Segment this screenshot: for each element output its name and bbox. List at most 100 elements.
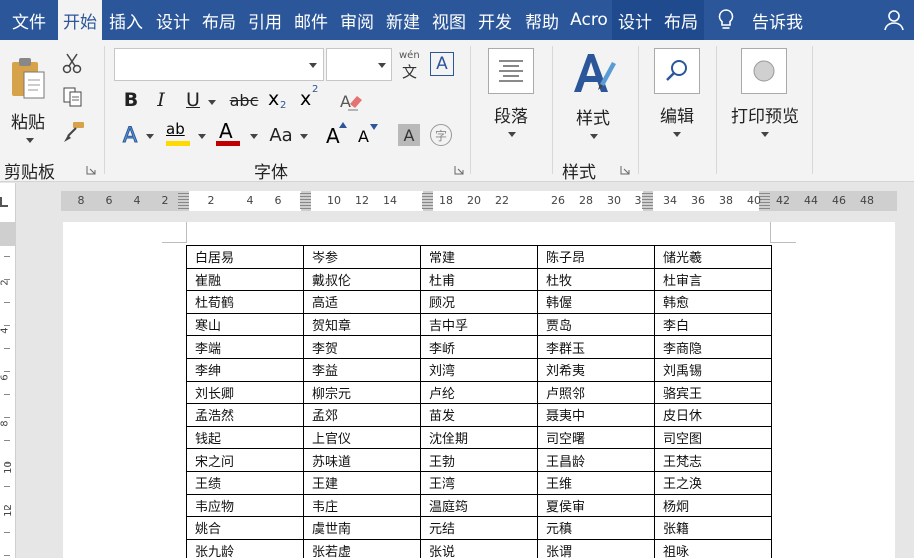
table-cell[interactable]: 皮日休 (654, 403, 772, 427)
tab-insert[interactable]: 插入 (102, 0, 150, 40)
grow-font-button[interactable]: A (324, 120, 348, 150)
tab-table-layout[interactable]: 布局 (658, 0, 704, 40)
table-cell[interactable]: 储光羲 (654, 245, 772, 269)
tab-developer[interactable]: 开发 (472, 0, 518, 40)
tab-layout[interactable]: 布局 (196, 0, 242, 40)
table-cell[interactable]: 刘长卿 (186, 380, 304, 405)
table-cell[interactable]: 崔融 (186, 267, 304, 292)
table-cell[interactable]: 杜甫 (420, 267, 538, 292)
font-name-combo[interactable] (114, 48, 324, 81)
paragraph-button[interactable]: 段落 (482, 46, 542, 148)
font-color-button[interactable]: A (214, 119, 242, 150)
table-cell[interactable]: 王梵志 (654, 448, 772, 472)
table-cell[interactable]: 刘希夷 (537, 357, 655, 382)
underline-button[interactable]: U (180, 86, 206, 114)
styles-button[interactable]: 样式 (562, 46, 624, 148)
bold-button[interactable]: B (118, 86, 144, 114)
horizontal-ruler[interactable]: 8 6 4 2 2 4 6 10 12 14 18 20 22 26 28 30 3 34 36 38 40 42 44 46… (61, 191, 897, 211)
tab-new[interactable]: 新建 (380, 0, 426, 40)
tab-references[interactable]: 引用 (242, 0, 288, 40)
table-cell[interactable]: 刘禹锡 (654, 357, 772, 382)
table-cell[interactable]: 姚合 (186, 516, 304, 540)
styles-launcher-icon[interactable] (620, 165, 630, 175)
table-cell[interactable]: 柳宗元 (303, 380, 421, 405)
table-cell[interactable]: 杨炯 (654, 493, 772, 518)
table-cell[interactable]: 常建 (420, 245, 538, 269)
character-shading-button[interactable]: A (398, 124, 420, 146)
table-cell[interactable]: 李贺 (303, 335, 421, 359)
phonetic-guide-button[interactable]: wén 文 (398, 50, 424, 81)
table-cell[interactable]: 王湾 (420, 470, 538, 495)
table-cell[interactable]: 王维 (537, 470, 655, 495)
font-color-dropdown-icon[interactable] (250, 134, 258, 139)
tab-selector-icon[interactable] (0, 197, 8, 207)
copy-icon[interactable] (62, 86, 84, 108)
table-cell[interactable]: 李端 (186, 335, 304, 359)
table-cell[interactable]: 张若虚 (303, 538, 421, 558)
table-cell[interactable]: 贺知章 (303, 312, 421, 337)
table-cell[interactable]: 张说 (420, 538, 538, 558)
shrink-font-button[interactable]: A (356, 120, 380, 150)
tab-table-design[interactable]: 设计 (612, 0, 658, 40)
table-cell[interactable]: 王建 (303, 470, 421, 495)
format-painter-icon[interactable] (62, 120, 86, 144)
table-cell[interactable]: 韦庄 (303, 493, 421, 518)
table-cell[interactable]: 温庭筠 (420, 493, 538, 518)
table-cell[interactable]: 孟浩然 (186, 403, 304, 427)
clipboard-launcher-icon[interactable] (86, 165, 96, 175)
table-cell[interactable]: 韦应物 (186, 493, 304, 518)
highlight-dropdown-icon[interactable] (198, 134, 206, 139)
editing-button[interactable]: 编辑 (648, 46, 706, 148)
table-cell[interactable]: 王绩 (186, 470, 304, 495)
table-cell[interactable]: 吉中孚 (420, 312, 538, 337)
tab-acrobat[interactable]: Acro (566, 0, 612, 40)
cut-icon[interactable] (62, 52, 84, 74)
table-cell[interactable]: 戴叔伦 (303, 267, 421, 292)
paste-button[interactable]: 粘贴 (2, 46, 54, 146)
table-cell[interactable]: 贾岛 (537, 312, 655, 337)
vertical-ruler[interactable]: 2 4 6 8 10 12 (0, 222, 16, 558)
table-cell[interactable]: 杜审言 (654, 267, 772, 292)
text-effects-dropdown-icon[interactable] (146, 134, 154, 139)
tab-help[interactable]: 帮助 (518, 0, 566, 40)
table-cell[interactable]: 钱起 (186, 425, 304, 450)
text-effects-button[interactable]: A (116, 120, 144, 150)
font-size-combo[interactable] (326, 48, 392, 81)
table-cell[interactable]: 苏味道 (303, 448, 421, 472)
table-cell[interactable]: 李益 (303, 357, 421, 382)
table-cell[interactable]: 卢照邻 (537, 380, 655, 405)
tab-file[interactable]: 文件 (0, 0, 58, 40)
italic-button[interactable]: I (148, 86, 174, 114)
enclose-characters-button[interactable]: 字 (430, 124, 452, 146)
table-cell[interactable]: 韩偓 (537, 290, 655, 314)
clear-formatting-icon[interactable]: A (338, 90, 364, 114)
user-icon[interactable] (874, 0, 914, 40)
table-cell[interactable]: 孟郊 (303, 403, 421, 427)
character-border-button[interactable]: A (430, 52, 454, 76)
table-cell[interactable]: 张谓 (537, 538, 655, 558)
underline-dropdown-icon[interactable] (208, 100, 216, 105)
table-cell[interactable]: 司空曙 (537, 425, 655, 450)
lightbulb-icon[interactable] (704, 0, 748, 40)
tab-mailings[interactable]: 邮件 (288, 0, 334, 40)
strikethrough-button[interactable]: abc (226, 86, 262, 114)
table-cell[interactable]: 骆宾王 (654, 380, 772, 405)
table-cell[interactable]: 岑参 (303, 245, 421, 269)
font-launcher-icon[interactable] (454, 165, 464, 175)
change-case-button[interactable]: Aa (266, 120, 296, 150)
tell-me-box[interactable]: 告诉我 (748, 0, 813, 40)
table-cell[interactable]: 张籍 (654, 516, 772, 540)
tab-review[interactable]: 审阅 (334, 0, 380, 40)
highlight-button[interactable]: ab (164, 120, 192, 150)
table-cell[interactable]: 寒山 (186, 312, 304, 337)
poet-table[interactable]: 白居易 岑参 常建 陈子昂 储光羲 崔融 戴叔伦 杜甫 杜牧 杜审言 杜荀鹤 高适 顾况 韩偓 韩愈 寒山 贺知… (186, 245, 772, 558)
tab-view[interactable]: 视图 (426, 0, 472, 40)
change-case-dropdown-icon[interactable] (300, 134, 308, 139)
table-cell[interactable]: 高适 (303, 290, 421, 314)
ruler-column-marker[interactable] (642, 193, 653, 209)
table-cell[interactable]: 李峤 (420, 335, 538, 359)
table-cell[interactable]: 刘湾 (420, 357, 538, 382)
table-cell[interactable]: 李群玉 (537, 335, 655, 359)
table-cell[interactable]: 宋之问 (186, 448, 304, 472)
table-cell[interactable]: 夏侯审 (537, 493, 655, 518)
